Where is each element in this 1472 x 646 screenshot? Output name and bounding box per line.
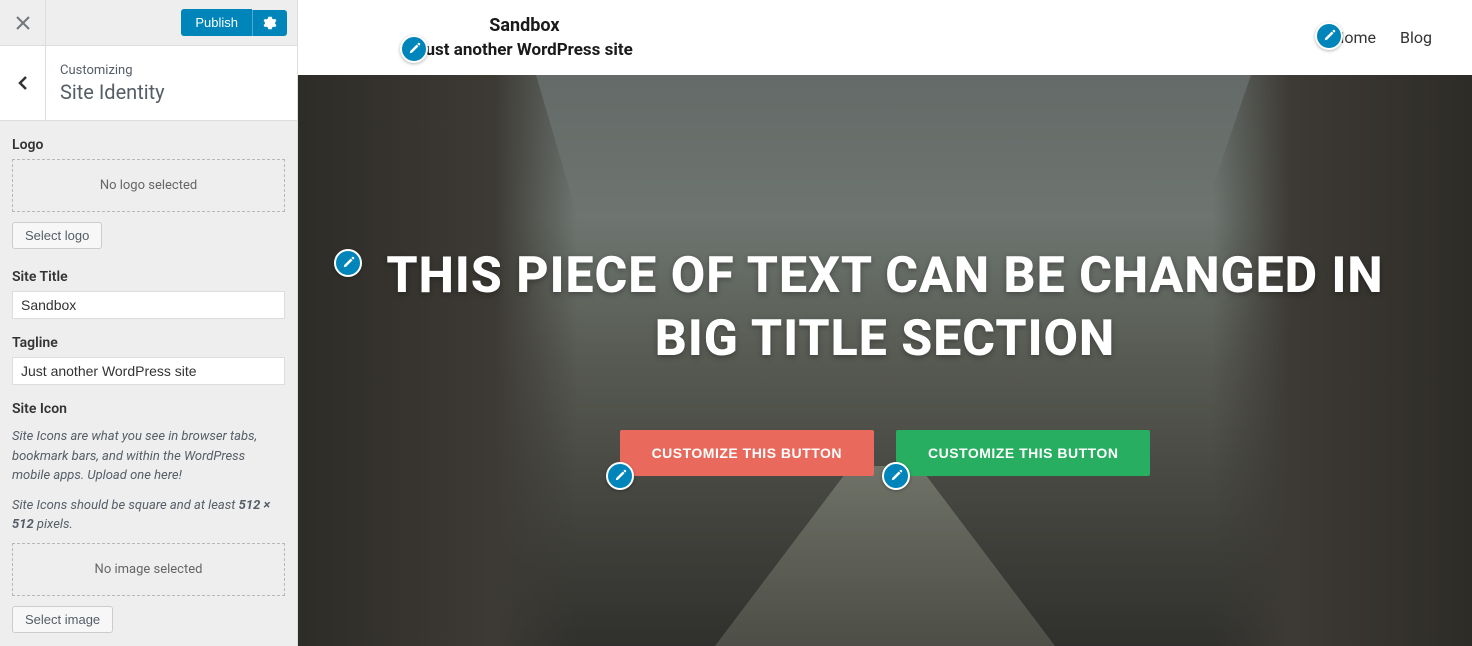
panel-header: Customizing Site Identity — [0, 46, 297, 121]
tagline-label: Tagline — [12, 335, 285, 351]
panel-body: Logo No logo selected Select logo Site T… — [0, 121, 297, 646]
tagline-input[interactable] — [12, 357, 285, 385]
customizing-label: Customizing — [60, 63, 165, 78]
publish-button[interactable]: Publish — [181, 9, 252, 36]
site-icon-label: Site Icon — [12, 401, 285, 417]
hero-buttons: CUSTOMIZE THIS BUTTON CUSTOMIZE THIS BUT… — [358, 430, 1412, 476]
publish-settings-button[interactable] — [252, 10, 287, 36]
site-brand: Sandbox Just another WordPress site — [416, 15, 633, 60]
hero-button-2[interactable]: CUSTOMIZE THIS BUTTON — [896, 430, 1150, 476]
hero-button-1[interactable]: CUSTOMIZE THIS BUTTON — [620, 430, 874, 476]
sidebar-top: Publish — [0, 0, 297, 46]
hero-section: THIS PIECE OF TEXT CAN BE CHANGED IN BIG… — [298, 75, 1472, 646]
logo-placeholder: No logo selected — [12, 159, 285, 212]
site-icon-placeholder: No image selected — [12, 543, 285, 596]
site-title-input[interactable] — [12, 291, 285, 319]
select-image-button[interactable]: Select image — [12, 606, 113, 633]
site-icon-desc-2: Site Icons should be square and at least… — [12, 496, 285, 535]
edit-shortcut-nav[interactable] — [1315, 22, 1343, 50]
edit-shortcut-brand[interactable] — [400, 35, 428, 63]
pencil-icon — [613, 469, 627, 483]
pencil-icon — [407, 42, 421, 56]
preview-header: Sandbox Just another WordPress site Home… — [298, 0, 1472, 75]
chevron-left-icon — [17, 75, 29, 91]
close-icon — [16, 16, 30, 30]
close-button[interactable] — [0, 0, 46, 46]
panel-title: Site Identity — [60, 80, 165, 104]
edit-shortcut-hero-title[interactable] — [334, 249, 362, 277]
preview-site-title[interactable]: Sandbox — [416, 15, 633, 36]
site-icon-desc-1: Site Icons are what you see in browser t… — [12, 427, 285, 486]
customizer-sidebar: Publish Customizing Site Identity Logo N… — [0, 0, 298, 646]
hero-bg-canal — [715, 466, 1055, 646]
hero-title: THIS PIECE OF TEXT CAN BE CHANGED IN BIG… — [358, 245, 1412, 370]
edit-shortcut-btn2[interactable] — [882, 462, 910, 490]
preview-site-tagline: Just another WordPress site — [416, 40, 633, 60]
primary-nav: Home Blog — [1333, 28, 1432, 47]
nav-wrap: Home Blog — [1333, 28, 1432, 47]
nav-blog[interactable]: Blog — [1400, 28, 1432, 47]
pencil-icon — [341, 256, 355, 270]
pencil-icon — [889, 469, 903, 483]
pencil-icon — [1322, 29, 1336, 43]
site-preview: Sandbox Just another WordPress site Home… — [298, 0, 1472, 646]
edit-shortcut-btn1[interactable] — [606, 462, 634, 490]
site-title-label: Site Title — [12, 269, 285, 285]
gear-icon — [263, 16, 277, 30]
logo-label: Logo — [12, 137, 285, 153]
select-logo-button[interactable]: Select logo — [12, 222, 102, 249]
back-button[interactable] — [0, 46, 46, 121]
